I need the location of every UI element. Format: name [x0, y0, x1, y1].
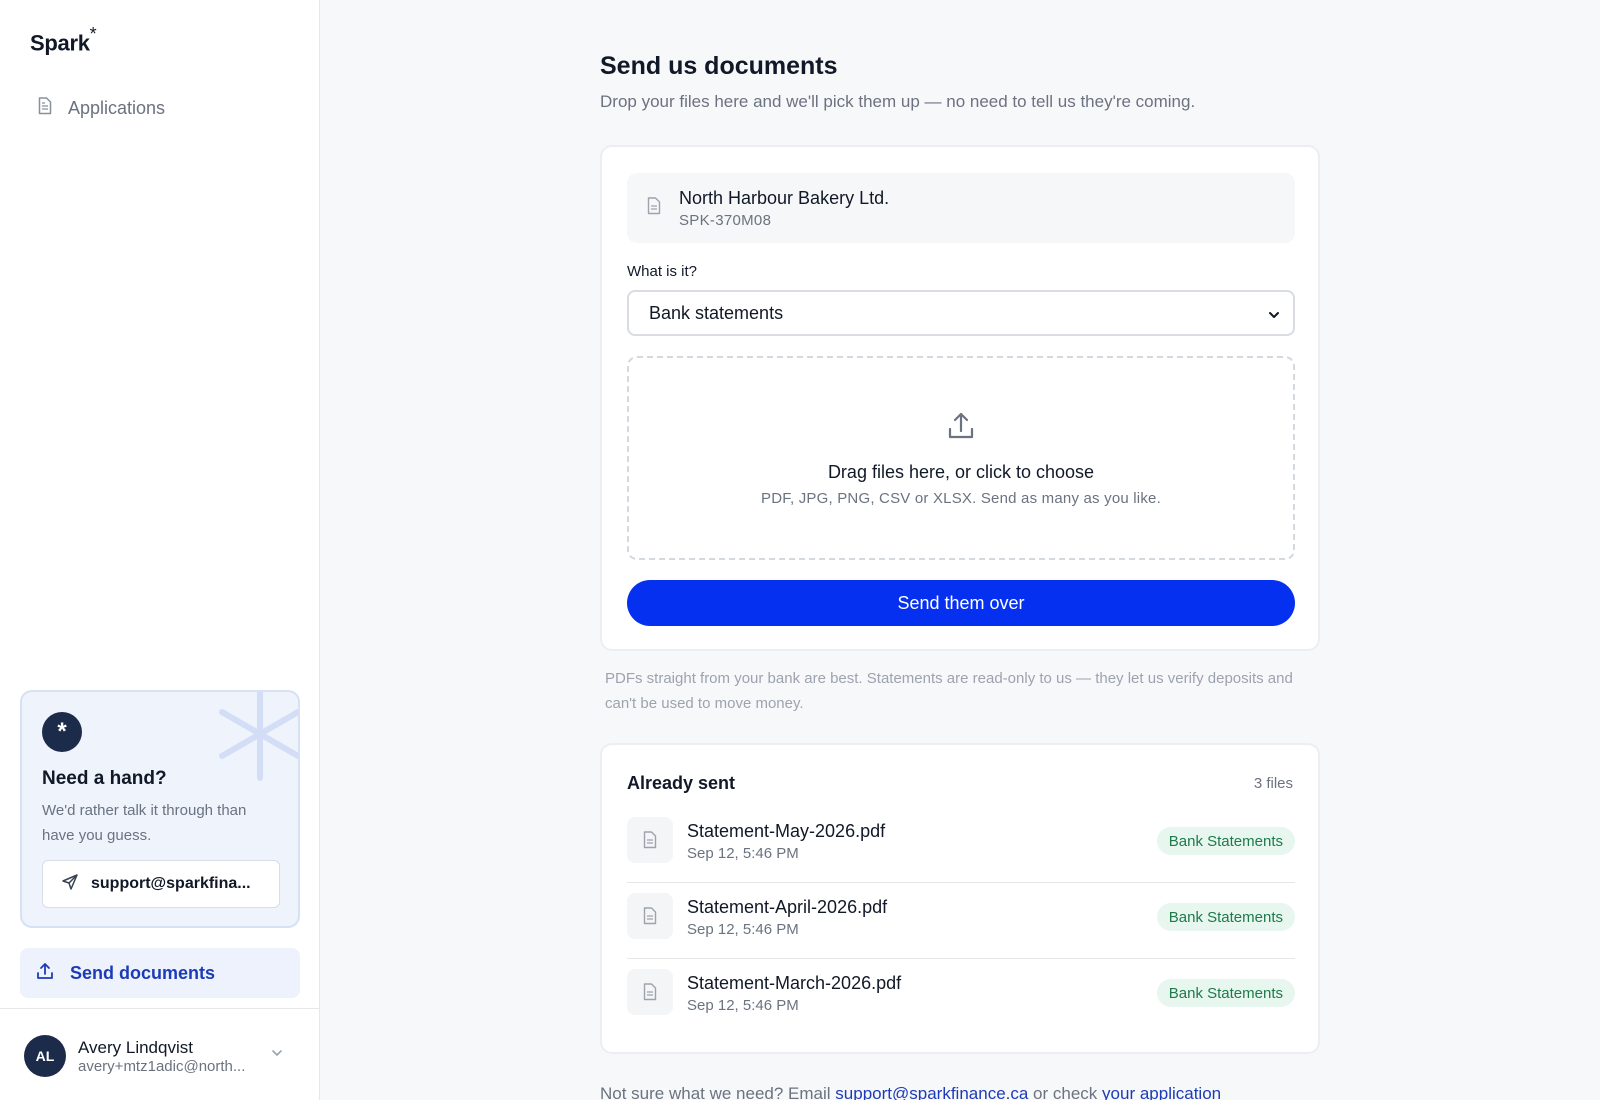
footer-middle: or check — [1028, 1084, 1103, 1100]
file-count: 3 files — [1253, 775, 1293, 792]
avatar: AL — [24, 1035, 66, 1077]
application-name: North Harbour Bakery Ltd. — [679, 187, 890, 208]
support-email-label: support@sparkfina... — [91, 875, 251, 892]
file-name[interactable]: Statement-May-2026.pdf — [687, 821, 885, 842]
asterisk-icon: * — [42, 712, 82, 752]
logo-text: Spark — [30, 30, 90, 56]
already-sent-card: Already sent 3 files Statement-May-2026.… — [600, 743, 1320, 1054]
user-email: avery+mtz1adic@north... — [78, 1057, 246, 1075]
file-date: Sep 12, 5:46 PM — [687, 921, 799, 938]
help-card: * Need a hand? We'd rather talk it throu… — [20, 690, 300, 928]
help-text: We'd rather talk it through than have yo… — [42, 802, 247, 844]
your-application-link[interactable]: your application — [1102, 1084, 1221, 1100]
document-type-value: Bank statements — [649, 302, 784, 323]
file-list: Statement-May-2026.pdf Sep 12, 5:46 PM B… — [627, 807, 1295, 1035]
sidebar-item-send-documents[interactable]: Send documents — [20, 948, 300, 998]
sidebar: Spark* Applications * Need a hand? We'd … — [0, 0, 320, 1100]
dropzone-subtitle: PDF, JPG, PNG, CSV or XLSX. Send as many… — [761, 490, 1161, 507]
support-email-link[interactable]: support@sparkfinance.ca — [835, 1084, 1028, 1100]
sidebar-item-label: Send documents — [70, 962, 216, 983]
application-summary: North Harbour Bakery Ltd. SPK-370M08 — [627, 173, 1295, 243]
file-date: Sep 12, 5:46 PM — [687, 997, 799, 1014]
application-id: SPK-370M08 — [679, 211, 772, 229]
send-icon — [61, 873, 79, 896]
upload-card: North Harbour Bakery Ltd. SPK-370M08 Wha… — [600, 145, 1320, 651]
send-button[interactable]: Send them over — [627, 580, 1295, 626]
chevron-down-icon — [270, 1046, 284, 1065]
document-icon — [627, 969, 673, 1015]
bank-statement-note: PDFs straight from your bank are best. S… — [605, 670, 1293, 712]
sidebar-item-applications[interactable]: Applications — [20, 88, 300, 128]
file-name[interactable]: Statement-April-2026.pdf — [687, 897, 887, 918]
list-item: Statement-May-2026.pdf Sep 12, 5:46 PM B… — [627, 807, 1295, 883]
already-sent-title: Already sent — [627, 773, 736, 793]
document-icon — [627, 817, 673, 863]
document-type-select[interactable]: Bank statements — [627, 290, 1295, 336]
sidebar-divider — [0, 1008, 320, 1009]
list-item: Statement-April-2026.pdf Sep 12, 5:46 PM… — [627, 883, 1295, 959]
sidebar-item-label: Applications — [68, 97, 166, 118]
chevron-down-icon — [1267, 306, 1281, 327]
asterisk-decoration-icon — [219, 692, 298, 781]
user-menu[interactable]: AL Avery Lindqvist avery+mtz1adic@north.… — [24, 1032, 304, 1080]
file-date: Sep 12, 5:46 PM — [687, 845, 799, 862]
document-icon — [38, 96, 52, 120]
logo[interactable]: Spark* — [30, 24, 97, 56]
upload-icon — [36, 962, 54, 985]
logo-mark: * — [89, 24, 97, 44]
document-icon — [647, 196, 661, 220]
file-dropzone[interactable]: Drag files here, or click to choose PDF,… — [627, 356, 1295, 560]
document-type-label: What is it? — [627, 263, 698, 280]
help-title: Need a hand? — [42, 768, 167, 789]
upload-icon — [945, 410, 977, 447]
dropzone-title: Drag files here, or click to choose — [827, 462, 1095, 482]
file-name[interactable]: Statement-March-2026.pdf — [687, 973, 901, 994]
page-title: Send us documents — [600, 52, 838, 80]
footer-prefix: Not sure what we need? Email — [600, 1084, 836, 1100]
document-icon — [627, 893, 673, 939]
list-item: Statement-March-2026.pdf Sep 12, 5:46 PM… — [627, 959, 1295, 1035]
status-badge: Bank Statements — [1156, 903, 1295, 931]
status-badge: Bank Statements — [1156, 979, 1295, 1007]
support-email-button[interactable]: support@sparkfina... — [42, 860, 280, 908]
status-badge: Bank Statements — [1156, 827, 1295, 855]
footer-help-text: Not sure what we need? Email support@spa… — [600, 1084, 1221, 1100]
page-subtitle: Drop your files here and we'll pick them… — [600, 92, 1196, 111]
